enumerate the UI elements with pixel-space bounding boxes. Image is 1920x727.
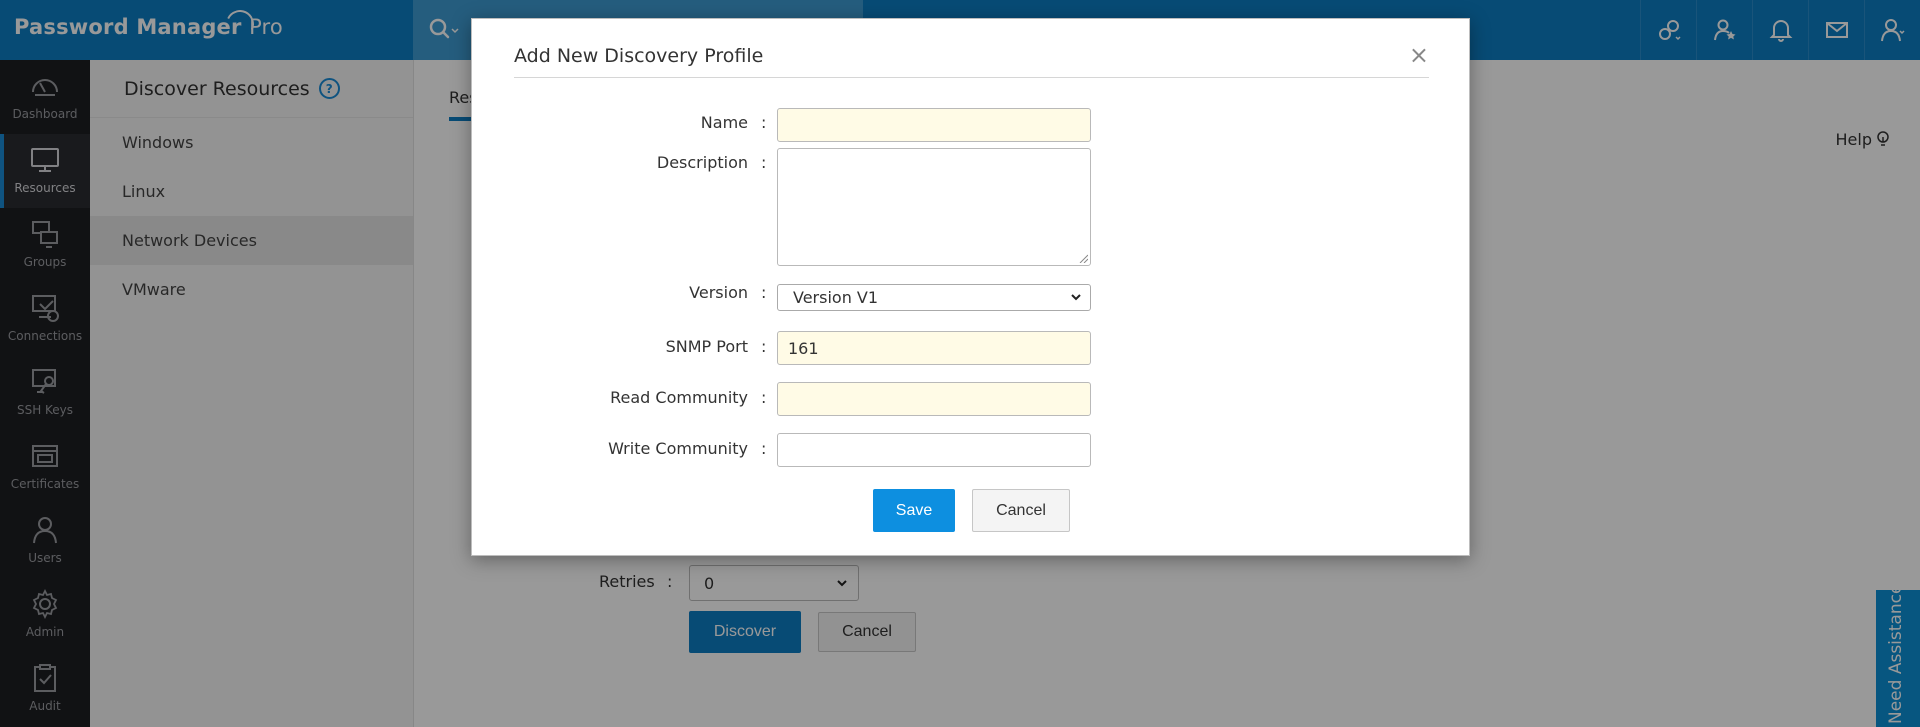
name-label: Name xyxy=(700,113,748,132)
resize-grip-icon[interactable] xyxy=(1078,253,1088,263)
description-colon: : xyxy=(761,153,767,172)
dialog-title: Add New Discovery Profile xyxy=(514,45,764,67)
write-community-label: Write Community xyxy=(608,439,748,458)
version-select[interactable]: Version V1 xyxy=(777,284,1091,311)
add-discovery-profile-dialog: Add New Discovery Profile × Name : Descr… xyxy=(471,18,1470,556)
version-label: Version xyxy=(689,283,748,302)
snmp-port-field[interactable]: 161 xyxy=(777,331,1091,365)
version-value: Version V1 xyxy=(793,288,879,307)
snmp-port-label: SNMP Port xyxy=(665,337,748,356)
name-field[interactable] xyxy=(777,108,1091,142)
description-textarea[interactable] xyxy=(777,148,1091,266)
snmp-port-colon: : xyxy=(761,337,767,356)
read-community-colon: : xyxy=(761,388,767,407)
read-community-label: Read Community xyxy=(610,388,748,407)
read-community-field[interactable] xyxy=(777,382,1091,416)
cancel-button[interactable]: Cancel xyxy=(972,489,1070,532)
save-button[interactable]: Save xyxy=(873,489,955,532)
dialog-divider xyxy=(514,77,1429,78)
name-colon: : xyxy=(761,113,767,132)
close-icon[interactable]: × xyxy=(1409,43,1429,67)
version-colon: : xyxy=(761,283,767,302)
description-label: Description xyxy=(656,153,748,172)
write-community-colon: : xyxy=(761,439,767,458)
chevron-down-icon xyxy=(1071,294,1081,301)
write-community-field[interactable] xyxy=(777,433,1091,467)
